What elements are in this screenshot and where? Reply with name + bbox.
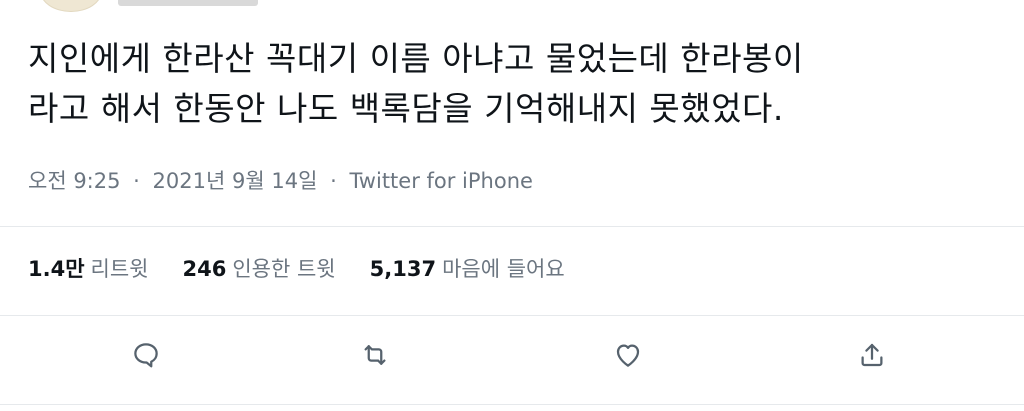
heart-icon xyxy=(616,344,640,367)
quotes-count: 246 xyxy=(182,257,227,281)
tweet-time[interactable]: 오전 9:25 xyxy=(28,169,120,193)
tweet-date[interactable]: 2021년 9월 14일 xyxy=(153,169,318,193)
quotes-stat[interactable]: 246 인용한 트윗 xyxy=(183,253,336,283)
reply-button[interactable] xyxy=(129,338,163,372)
tweet-text-line-2: 라고 해서 한동안 나도 백록담을 기억해내지 못했었다. xyxy=(28,89,784,128)
likes-label: 마음에 들어요 xyxy=(442,257,565,281)
tweet-stats: 1.4만 리트윗 246 인용한 트윗 5,137 마음에 들어요 xyxy=(28,253,565,283)
tweet-text-line-1: 지인에게 한라산 꼭대기 이름 아냐고 물었는데 한라봉이 xyxy=(28,39,804,78)
avatar[interactable] xyxy=(40,0,102,12)
likes-count: 5,137 xyxy=(369,257,437,281)
divider xyxy=(0,226,1024,227)
divider xyxy=(0,404,1024,405)
tweet-source[interactable]: Twitter for iPhone xyxy=(349,169,533,193)
retweet-icon xyxy=(364,345,386,365)
quotes-label: 인용한 트윗 xyxy=(232,257,336,281)
likes-stat[interactable]: 5,137 마음에 들어요 xyxy=(370,253,565,283)
share-button[interactable] xyxy=(855,338,889,372)
tweet-meta: 오전 9:25 · 2021년 9월 14일 · Twitter for iPh… xyxy=(28,165,533,195)
tweet-text: 지인에게 한라산 꼭대기 이름 아냐고 물었는데 한라봉이 라고 해서 한동안 … xyxy=(28,34,1008,134)
retweet-button[interactable] xyxy=(358,338,392,372)
author-name-cropped[interactable] xyxy=(118,0,258,6)
share-icon xyxy=(861,343,883,367)
divider xyxy=(0,315,1024,316)
retweets-label: 리트윗 xyxy=(90,257,149,281)
like-button[interactable] xyxy=(611,338,645,372)
meta-separator: · xyxy=(133,169,140,193)
retweets-count: 1.4만 xyxy=(28,257,85,281)
reply-icon xyxy=(134,343,158,368)
tweet-actions xyxy=(0,330,1024,380)
retweets-stat[interactable]: 1.4만 리트윗 xyxy=(28,253,149,283)
meta-separator: · xyxy=(330,169,337,193)
